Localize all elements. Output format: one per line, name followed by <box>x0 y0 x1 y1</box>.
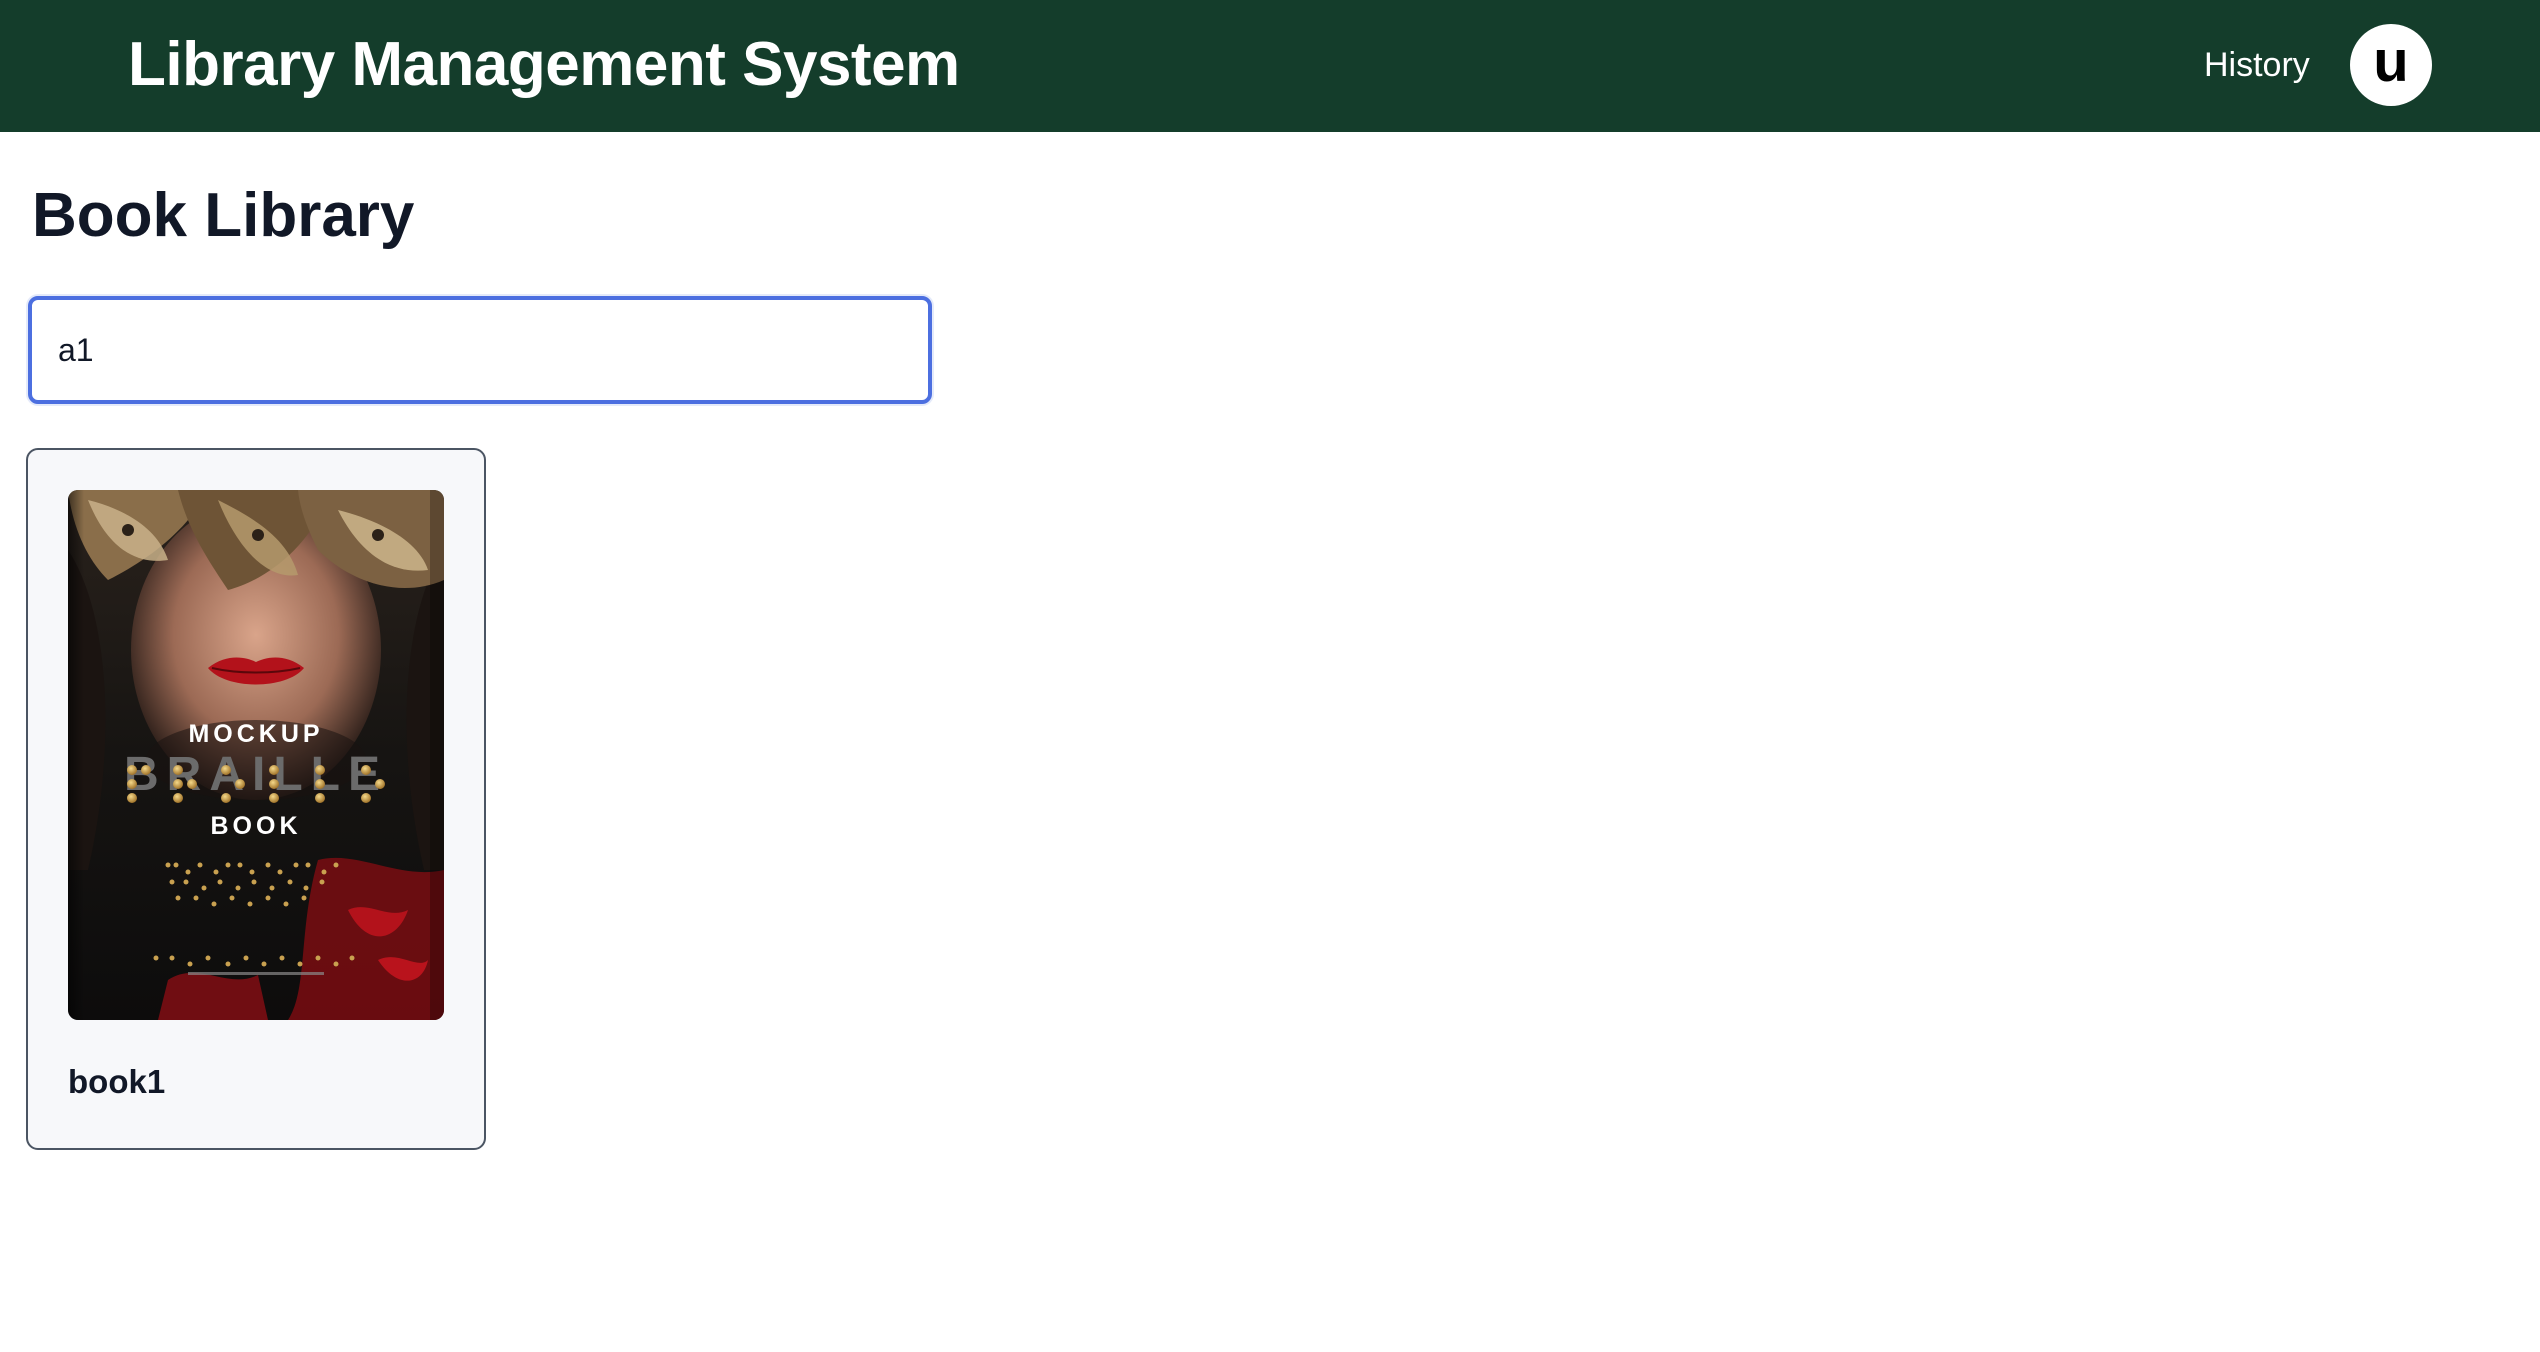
book-cover-image: MOCKUP BRAILLE BOOK <box>68 490 444 1020</box>
book-title: book1 <box>68 1063 166 1100</box>
cover-title-line1: MOCKUP <box>188 720 323 748</box>
app-title: Library Management System <box>128 30 960 99</box>
top-navbar: Library Management System History u <box>0 0 2540 132</box>
cover-title-line3: BOOK <box>211 812 302 840</box>
book-card[interactable]: MOCKUP BRAILLE BOOK book1 <box>26 448 486 1150</box>
search-input[interactable] <box>28 296 932 404</box>
page-title: Book Library <box>32 181 415 250</box>
cover-title-line2: BRAILLE <box>124 748 388 801</box>
user-avatar[interactable]: u <box>2350 24 2432 106</box>
history-link[interactable]: History <box>2204 44 2310 86</box>
